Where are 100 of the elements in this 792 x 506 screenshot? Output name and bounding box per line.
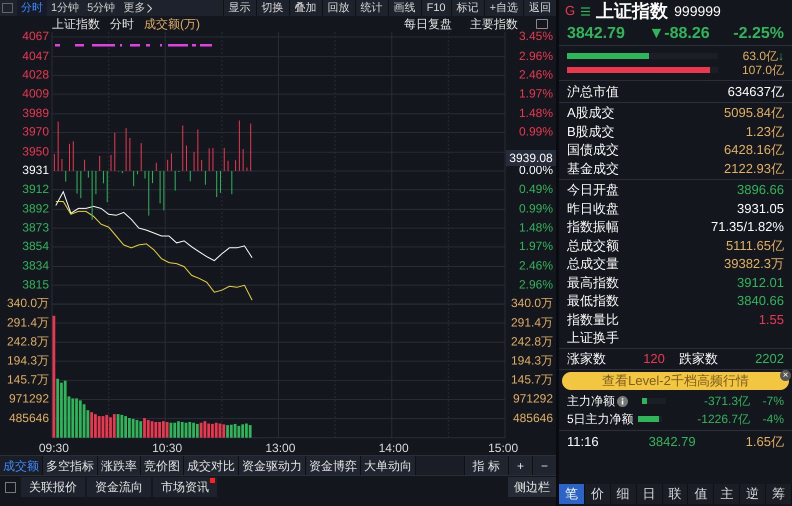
- toolbar-button[interactable]: 显示: [222, 0, 256, 16]
- stat-label: 上证换手: [567, 329, 619, 347]
- stat-value: 2122.93亿: [724, 160, 784, 178]
- detail-tab[interactable]: 逆: [740, 484, 766, 504]
- axis-label: 145.7万: [6, 372, 49, 387]
- axis-label: 4047: [22, 48, 49, 63]
- panel-icon[interactable]: [2, 3, 13, 13]
- stat-label: 指数量比: [567, 310, 619, 328]
- axis-label: 0.99%: [518, 202, 553, 216]
- close-button[interactable]: ×: [780, 370, 791, 381]
- bottom-tab[interactable]: 资金流向: [87, 477, 151, 498]
- toolbar-button[interactable]: F10: [420, 0, 451, 16]
- stat-label: 今日开盘: [567, 181, 619, 199]
- axis-label: 3854: [22, 239, 49, 254]
- stat-value: 3912.01: [737, 274, 784, 292]
- tick-time: 11:16: [567, 433, 599, 452]
- toolbar-button[interactable]: 叠加: [288, 0, 322, 16]
- chart-title[interactable]: 成交额(万): [144, 15, 200, 33]
- axis-label: 485646: [8, 411, 49, 426]
- indicator-tab[interactable]: 多空指标: [43, 456, 98, 476]
- detail-tab[interactable]: 价: [584, 484, 611, 504]
- indicator-button[interactable]: +: [508, 456, 532, 476]
- stat-value: 1.55: [758, 310, 784, 328]
- axis-label: 2.96%: [518, 48, 553, 63]
- stat-value: 120: [643, 350, 665, 368]
- flow-amount: -1226.7亿: [697, 411, 750, 428]
- index-code: 999999: [674, 2, 721, 20]
- axis-label: 242.8万: [6, 334, 49, 349]
- period-tab[interactable]: 5分钟: [83, 0, 120, 16]
- axis-label: 4067: [22, 29, 49, 44]
- chart-link[interactable]: 每日复盘: [404, 15, 452, 33]
- toolbar-button[interactable]: 回放: [322, 0, 355, 16]
- axis-label: 3931: [22, 163, 49, 178]
- axis-label: 3834: [22, 258, 49, 273]
- detail-tab[interactable]: 日: [636, 484, 663, 504]
- tick-price: 3842.79: [648, 433, 696, 452]
- indicator-tab[interactable]: 资金驱动力: [239, 456, 306, 476]
- axis-label: 194.3万: [510, 354, 553, 368]
- toolbar-button[interactable]: 统计: [354, 0, 388, 16]
- stat-label: 基金成交: [567, 160, 619, 178]
- flow-value: 107.0亿: [740, 62, 784, 79]
- stat-label: 总成交量: [567, 255, 619, 273]
- axis-label: 1.97%: [518, 239, 553, 254]
- axis-label: 3873: [22, 220, 49, 234]
- flow-percent: -4%: [762, 411, 784, 428]
- indicator-tab[interactable]: 大单动向: [361, 456, 416, 476]
- cursor-value-tag: 3939.08: [506, 150, 556, 166]
- axis-label: 3815: [22, 277, 49, 292]
- stat-value: 39382.3万: [724, 255, 784, 273]
- stat-label: 5日主力净额: [567, 411, 634, 428]
- indicator-tab[interactable]: 成交对比: [184, 456, 239, 476]
- sidebar-button[interactable]: 侧边栏: [508, 477, 556, 498]
- axis-label: 2.46%: [518, 68, 553, 82]
- detail-tab[interactable]: 细: [610, 484, 637, 504]
- axis-label: 340.0万: [6, 296, 49, 311]
- axis-label: 1.48%: [518, 220, 553, 234]
- axis-label: 145.7万: [510, 372, 553, 387]
- indicator-button[interactable]: −: [532, 456, 556, 476]
- stat-label: B股成交: [567, 122, 615, 140]
- chevron-icon: [147, 4, 152, 12]
- toolbar-button[interactable]: +自选: [484, 0, 523, 16]
- detail-tab[interactable]: 笔: [559, 484, 585, 504]
- tick-amount: 1.65亿: [746, 433, 784, 452]
- indicator-tab[interactable]: 竞价图: [141, 456, 184, 476]
- toolbar-button[interactable]: 画线: [388, 0, 421, 16]
- detail-tab[interactable]: 值: [688, 484, 714, 504]
- axis-label: 3950: [22, 144, 49, 158]
- time-label: 09:30: [38, 440, 69, 458]
- bottom-tab[interactable]: 市场资讯: [153, 477, 217, 498]
- panel-icon[interactable]: [5, 482, 16, 493]
- chart-title: 上证指数: [52, 16, 100, 33]
- chart-link[interactable]: 主要指数: [470, 15, 518, 33]
- detail-tab[interactable]: 筹: [766, 484, 792, 504]
- stat-value: 3931.05: [737, 200, 784, 218]
- stat-label: 跌家数: [678, 350, 718, 368]
- bottom-tab[interactable]: 关联报价: [21, 477, 85, 498]
- toolbar-button[interactable]: 切换: [256, 0, 289, 16]
- detail-tab[interactable]: 主: [714, 484, 740, 504]
- axis-label: 291.4万: [510, 316, 553, 330]
- info-icon[interactable]: [617, 396, 628, 406]
- stat-label: 主力净额: [567, 393, 615, 410]
- period-tab[interactable]: 1分钟: [47, 0, 84, 16]
- stat-label: A股成交: [567, 104, 615, 122]
- flow-value: 63.0亿↓: [742, 48, 784, 64]
- stat-value: 2202: [755, 350, 784, 368]
- indicator-tab[interactable]: 资金博弈: [306, 456, 361, 476]
- axis-label: 0.49%: [518, 182, 553, 196]
- period-tab[interactable]: 分时: [17, 0, 47, 16]
- indicator-tab[interactable]: 涨跌率: [98, 456, 141, 476]
- axis-label: 340.0万: [510, 296, 553, 311]
- detail-tab[interactable]: 联: [662, 484, 688, 504]
- period-tab[interactable]: 更多: [119, 0, 156, 16]
- menu-icon[interactable]: [581, 6, 590, 16]
- indicator-button[interactable]: 指 标: [464, 456, 508, 476]
- stat-label: 涨家数: [567, 350, 606, 368]
- window-icon[interactable]: [536, 19, 548, 29]
- stat-label: 最高指数: [567, 274, 619, 292]
- toolbar-button[interactable]: 标记: [450, 0, 484, 16]
- stat-label: 昨日收盘: [567, 200, 619, 218]
- flow-percent: -7%: [762, 393, 784, 410]
